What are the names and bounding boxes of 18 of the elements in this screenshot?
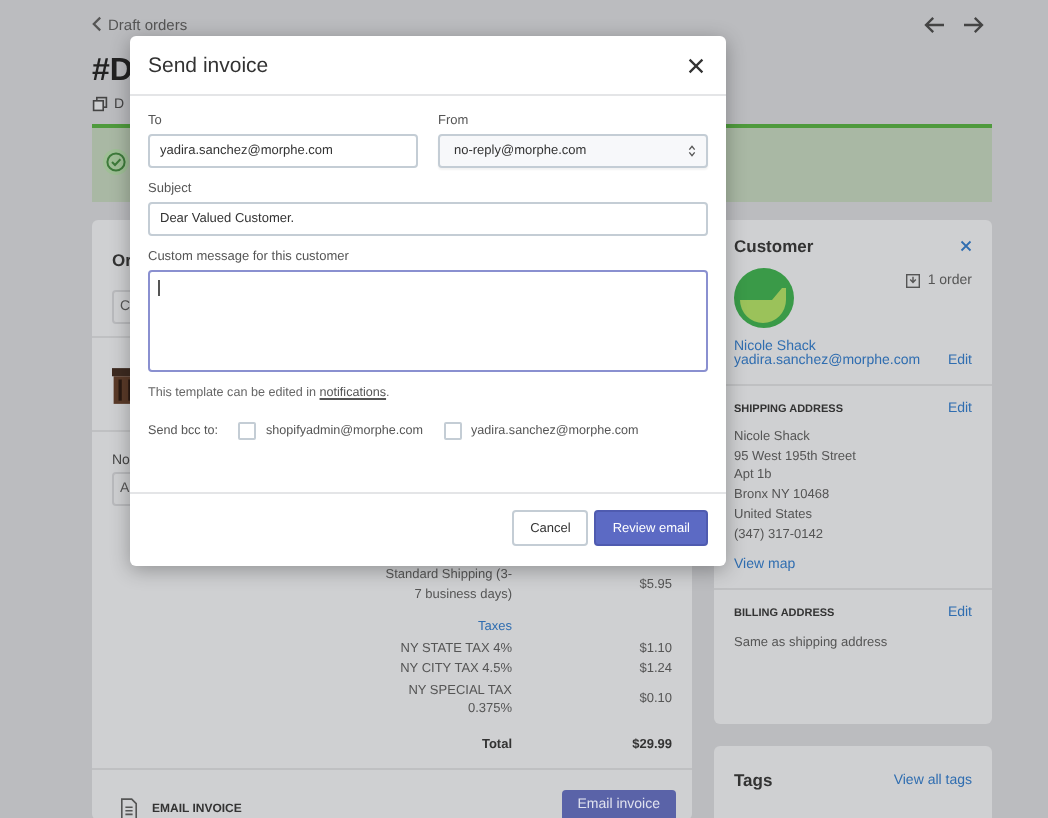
card-heading: Tags [734, 770, 773, 790]
card-heading: Customer [734, 236, 814, 256]
chevron-left-icon [92, 16, 102, 32]
avatar [734, 268, 794, 328]
check-circle-icon [102, 147, 130, 175]
next-arrow-icon[interactable] [962, 15, 984, 33]
document-icon [120, 798, 138, 818]
orders-icon [905, 274, 920, 288]
checkbox[interactable] [443, 422, 462, 440]
previous-arrow-icon[interactable] [924, 15, 946, 33]
card-heading: Or [112, 250, 132, 270]
message-field[interactable] [148, 270, 708, 372]
close-icon[interactable] [688, 57, 704, 73]
checkbox[interactable] [238, 422, 257, 440]
duplicate-icon[interactable] [92, 96, 108, 112]
page-title: #D [92, 54, 133, 88]
select-arrows-icon [688, 144, 696, 158]
dialog-title: Send invoice [148, 53, 269, 77]
